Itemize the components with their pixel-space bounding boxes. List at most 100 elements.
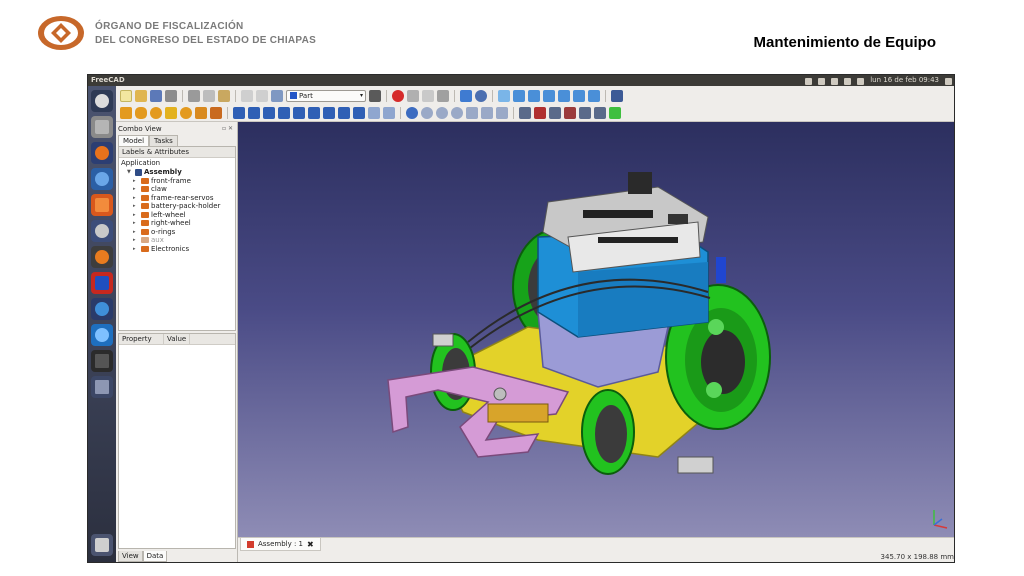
refine-shape-icon[interactable]: [579, 106, 591, 119]
tree-item[interactable]: ▸ frame-rear-servos: [119, 194, 235, 203]
draw-style-icon[interactable]: [475, 89, 487, 102]
files-icon[interactable]: [91, 116, 113, 138]
bottom-view-icon[interactable]: [573, 89, 585, 102]
dash-icon[interactable]: [91, 90, 113, 112]
join-icon[interactable]: [466, 106, 478, 119]
tab-view[interactable]: View: [118, 551, 143, 562]
shape-builder-icon[interactable]: [210, 106, 222, 119]
section-icon[interactable]: [519, 106, 531, 119]
terminal-icon[interactable]: [91, 350, 113, 372]
cut-icon[interactable]: [188, 89, 200, 102]
tree-item[interactable]: ▸ aux: [119, 236, 235, 245]
explode-icon[interactable]: [564, 106, 576, 119]
macros-icon[interactable]: [422, 89, 434, 102]
settings-icon[interactable]: [91, 220, 113, 242]
tree-item[interactable]: ▸ o-rings: [119, 228, 235, 237]
cone-icon[interactable]: [165, 106, 177, 119]
clock[interactable]: lun 16 de feb 09:43: [870, 75, 939, 86]
tree-item[interactable]: ▸ battery-pack-holder: [119, 202, 235, 211]
volume-icon[interactable]: [857, 78, 865, 85]
workspace-icon[interactable]: [91, 376, 113, 398]
extrude-icon[interactable]: [233, 106, 245, 119]
firefox-icon[interactable]: [91, 142, 113, 164]
chamfer-icon[interactable]: [293, 106, 305, 119]
tree-item[interactable]: ▸ left-wheel: [119, 211, 235, 220]
union-icon[interactable]: [436, 106, 448, 119]
ruled-surface-icon[interactable]: [323, 106, 335, 119]
make-face-icon[interactable]: [308, 106, 320, 119]
tree-item[interactable]: ▸ Electronics: [119, 245, 235, 254]
add-icon[interactable]: [609, 106, 621, 119]
execute-macro-icon[interactable]: [437, 89, 449, 102]
software-center-icon[interactable]: [91, 194, 113, 216]
keyboard-icon[interactable]: [818, 78, 826, 85]
left-view-icon[interactable]: [588, 89, 600, 102]
workbench-selector[interactable]: Part ▾: [286, 89, 366, 102]
cross-sections-icon[interactable]: [534, 106, 546, 119]
tree-item[interactable]: ▸ right-wheel: [119, 219, 235, 228]
defeaturing-icon[interactable]: [594, 106, 606, 119]
panel-controls[interactable]: ▫ ✕: [222, 125, 233, 132]
chevron-right-icon[interactable]: ▸: [133, 211, 139, 220]
mirror-icon[interactable]: [263, 106, 275, 119]
revolve-icon[interactable]: [248, 106, 260, 119]
thickness-icon[interactable]: [383, 106, 395, 119]
right-view-icon[interactable]: [543, 89, 555, 102]
check-geometry-icon[interactable]: [496, 106, 508, 119]
chevron-down-icon[interactable]: ▼: [127, 168, 133, 177]
chromium-icon[interactable]: [91, 168, 113, 190]
3d-viewport[interactable]: [238, 122, 955, 537]
rear-view-icon[interactable]: [558, 89, 570, 102]
tree-root-assembly[interactable]: ▼ Assembly: [119, 168, 235, 177]
redo-icon[interactable]: [256, 89, 268, 102]
chevron-right-icon[interactable]: ▸: [133, 228, 139, 237]
offset-icon[interactable]: [368, 106, 380, 119]
save-icon[interactable]: [150, 89, 162, 102]
fillet-icon[interactable]: [278, 106, 290, 119]
top-view-icon[interactable]: [528, 89, 540, 102]
chevron-right-icon[interactable]: ▸: [133, 194, 139, 203]
bluetooth-icon[interactable]: [831, 78, 839, 85]
boolean-icon[interactable]: [406, 106, 418, 119]
document-tab[interactable]: Assembly : 1 ✖: [240, 538, 321, 551]
split-icon[interactable]: [481, 106, 493, 119]
freecad-icon[interactable]: [91, 272, 113, 294]
blender-icon[interactable]: [91, 246, 113, 268]
chevron-right-icon[interactable]: ▸: [133, 185, 139, 194]
print-icon[interactable]: [165, 89, 177, 102]
trash-icon[interactable]: [91, 534, 113, 556]
cube-icon[interactable]: [120, 106, 132, 119]
chevron-right-icon[interactable]: ▸: [133, 245, 139, 254]
value-column[interactable]: Value: [164, 334, 191, 344]
battery-icon[interactable]: [844, 78, 852, 85]
torus-icon[interactable]: [180, 106, 192, 119]
tab-data[interactable]: Data: [142, 551, 168, 562]
copy-icon[interactable]: [203, 89, 215, 102]
undo-icon[interactable]: [241, 89, 253, 102]
network-app-icon[interactable]: [91, 298, 113, 320]
chevron-right-icon[interactable]: ▸: [133, 177, 139, 186]
power-icon[interactable]: [945, 78, 952, 85]
sweep-icon[interactable]: [353, 106, 365, 119]
compound-icon[interactable]: [549, 106, 561, 119]
stop-macro-icon[interactable]: [407, 89, 419, 102]
chevron-right-icon[interactable]: ▸: [133, 236, 139, 245]
paste-icon[interactable]: [218, 89, 230, 102]
new-file-icon[interactable]: [120, 89, 132, 102]
tree-item[interactable]: ▸ claw: [119, 185, 235, 194]
tree-header[interactable]: Labels & Attributes: [119, 147, 235, 158]
refresh-icon[interactable]: [271, 89, 283, 102]
intersection-icon[interactable]: [451, 106, 463, 119]
isometric-view-icon[interactable]: [498, 89, 510, 102]
cut-shape-icon[interactable]: [421, 106, 433, 119]
open-file-icon[interactable]: [135, 89, 147, 102]
c-app-icon[interactable]: [91, 324, 113, 346]
close-icon[interactable]: ✖: [307, 540, 314, 549]
whats-this-icon[interactable]: [369, 89, 381, 102]
cylinder-icon[interactable]: [135, 106, 147, 119]
front-view-icon[interactable]: [513, 89, 525, 102]
robot-model[interactable]: [238, 122, 955, 537]
chevron-right-icon[interactable]: ▸: [133, 202, 139, 211]
record-macro-icon[interactable]: [392, 89, 404, 102]
fit-all-icon[interactable]: [460, 89, 472, 102]
